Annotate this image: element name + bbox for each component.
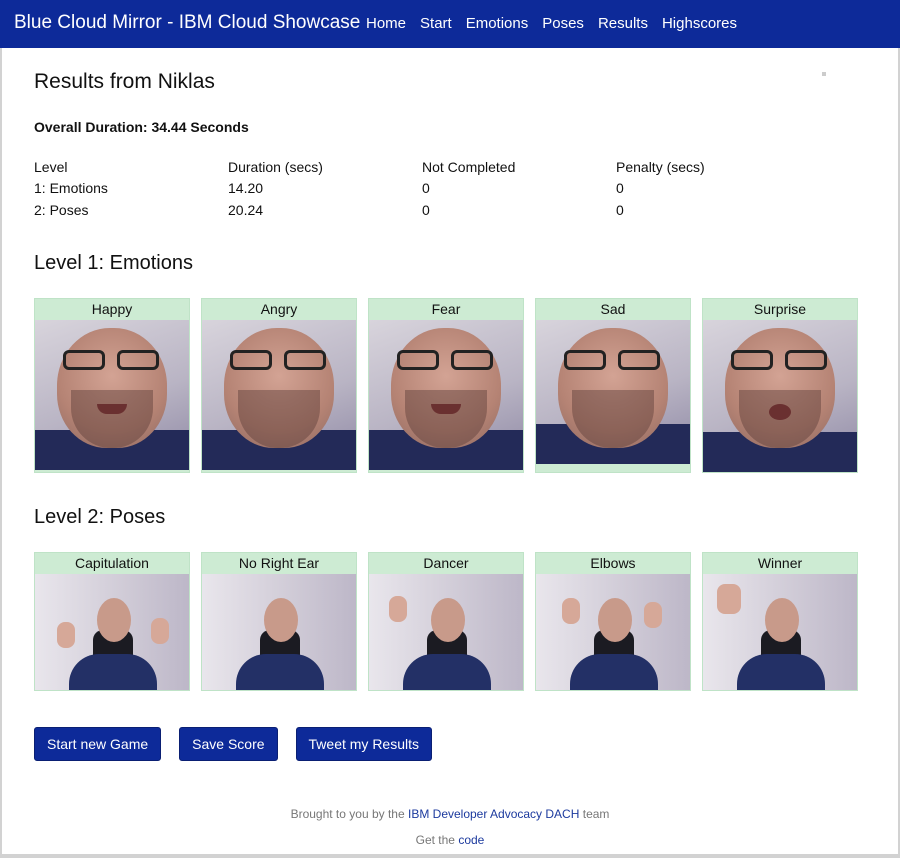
- card-label: Fear: [431, 301, 461, 317]
- col-level: Level: [34, 158, 68, 175]
- col-penalty: Penalty (secs): [616, 158, 705, 175]
- tweet-results-button[interactable]: Tweet my Results: [295, 727, 433, 761]
- emotion-photo: [202, 320, 356, 470]
- emotion-card-surprise: Surprise: [702, 298, 858, 473]
- nav-start[interactable]: Start: [420, 15, 452, 32]
- action-buttons: Start new Game Save Score Tweet my Resul…: [34, 727, 433, 761]
- emotion-photo: [703, 320, 857, 472]
- pose-photo: [703, 574, 857, 690]
- emotion-photo: [536, 320, 690, 464]
- nav-home[interactable]: Home: [366, 15, 406, 32]
- level2-title: Level 2: Poses: [34, 506, 166, 528]
- table-row: 2: Poses 20.24 0 0: [34, 199, 810, 221]
- main-nav: Home Start Emotions Poses Results Highsc…: [366, 15, 751, 32]
- col-not-completed: Not Completed: [422, 158, 516, 175]
- results-table: Level Duration (secs) Not Completed Pena…: [34, 156, 810, 221]
- pose-cards: Capitulation No Right Ear Dancer Elbows: [34, 552, 858, 691]
- nav-emotions[interactable]: Emotions: [466, 15, 529, 32]
- save-score-button[interactable]: Save Score: [179, 727, 278, 761]
- card-label: Sad: [600, 301, 626, 317]
- footer-code: Get the code: [2, 833, 898, 847]
- results-page: Results from Niklas Overall Duration: 34…: [2, 48, 898, 854]
- cell-not-completed: 0: [422, 201, 430, 218]
- pose-card-no-right-ear: No Right Ear: [201, 552, 357, 691]
- dach-team-link[interactable]: IBM Developer Advocacy DACH: [408, 807, 579, 821]
- navbar: Blue Cloud Mirror - IBM Cloud Showcase H…: [0, 0, 900, 48]
- card-label: Dancer: [423, 555, 469, 571]
- cell-level: 2: Poses: [34, 201, 89, 218]
- card-label: Happy: [91, 301, 133, 317]
- card-label: No Right Ear: [238, 555, 320, 571]
- col-duration: Duration (secs): [228, 158, 323, 175]
- cell-penalty: 0: [616, 201, 624, 218]
- nav-results[interactable]: Results: [598, 15, 648, 32]
- pose-card-elbows: Elbows: [535, 552, 691, 691]
- overall-duration: Overall Duration: 34.44 Seconds: [34, 119, 249, 135]
- code-link[interactable]: code: [458, 833, 484, 847]
- card-label: Elbows: [590, 555, 636, 571]
- cell-duration: 20.24: [228, 201, 264, 218]
- card-label: Surprise: [753, 301, 807, 317]
- card-label: Angry: [260, 301, 298, 317]
- table-header-row: Level Duration (secs) Not Completed Pena…: [34, 156, 810, 178]
- decorative-dot: [822, 72, 826, 76]
- brand-title[interactable]: Blue Cloud Mirror - IBM Cloud Showcase: [14, 12, 360, 34]
- pose-photo: [369, 574, 523, 690]
- cell-level: 1: Emotions: [34, 180, 108, 197]
- level1-title: Level 1: Emotions: [34, 252, 193, 274]
- nav-poses[interactable]: Poses: [542, 15, 584, 32]
- emotion-photo: [369, 320, 523, 470]
- cell-not-completed: 0: [422, 180, 430, 197]
- emotion-photo: [35, 320, 189, 470]
- start-new-game-button[interactable]: Start new Game: [34, 727, 162, 761]
- emotion-cards: Happy Angry Fear Sad Surprise: [34, 298, 858, 473]
- emotion-card-sad: Sad: [535, 298, 691, 473]
- pose-photo: [536, 574, 690, 690]
- footer-text: Get the: [415, 833, 455, 847]
- nav-highscores[interactable]: Highscores: [662, 15, 737, 32]
- emotion-card-fear: Fear: [368, 298, 524, 473]
- cell-penalty: 0: [616, 180, 624, 197]
- cell-duration: 14.20: [228, 180, 264, 197]
- page-title: Results from Niklas: [34, 70, 215, 93]
- footer-credits: Brought to you by the IBM Developer Advo…: [2, 807, 898, 821]
- footer-text: team: [582, 807, 610, 821]
- card-label: Winner: [757, 555, 803, 571]
- card-label: Capitulation: [75, 555, 149, 571]
- emotion-card-happy: Happy: [34, 298, 190, 473]
- pose-card-capitulation: Capitulation: [34, 552, 190, 691]
- pose-photo: [202, 574, 356, 690]
- footer-text: Brought to you by the: [290, 807, 405, 821]
- table-row: 1: Emotions 14.20 0 0: [34, 178, 810, 200]
- emotion-card-angry: Angry: [201, 298, 357, 473]
- pose-card-dancer: Dancer: [368, 552, 524, 691]
- pose-photo: [35, 574, 189, 690]
- pose-card-winner: Winner: [702, 552, 858, 691]
